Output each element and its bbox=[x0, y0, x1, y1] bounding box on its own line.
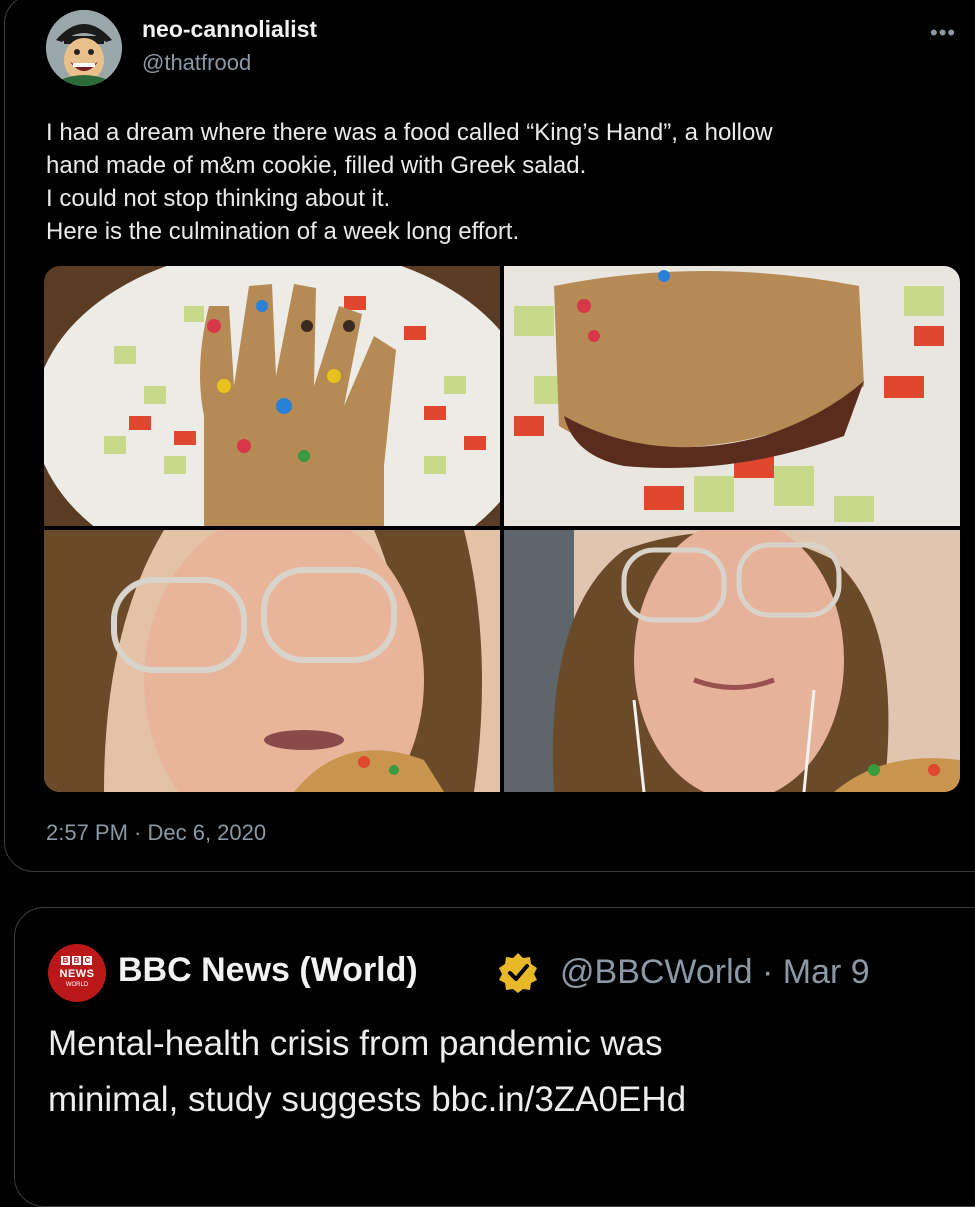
display-name[interactable]: neo-cannolialist bbox=[142, 16, 317, 43]
photo-cookie-hand-on-plate[interactable] bbox=[44, 266, 500, 526]
tweet-text-line: hand made of m&m cookie, filled with Gre… bbox=[46, 152, 587, 179]
quoted-text-line: minimal, study suggests bbc.in/3ZA0EHd bbox=[48, 1080, 687, 1119]
user-handle[interactable]: @thatfrood bbox=[142, 50, 251, 76]
media-grid bbox=[44, 266, 960, 792]
avatar-cartoon-image bbox=[46, 10, 122, 86]
bbc-logo-blocks: B B C bbox=[61, 956, 92, 965]
bbc-news-avatar[interactable]: B B C NEWS WORLD bbox=[48, 944, 106, 1002]
bbc-logo-letter: C bbox=[83, 956, 92, 965]
bbc-logo-world: WORLD bbox=[65, 982, 89, 988]
photo-cookie-hand-cut-open[interactable] bbox=[504, 266, 960, 526]
tweet-text-line: Here is the culmination of a week long e… bbox=[46, 218, 520, 245]
verified-badge-icon bbox=[499, 953, 537, 993]
avatar[interactable] bbox=[46, 10, 122, 86]
quoted-handle-date[interactable]: @BBCWorld · Mar 9 bbox=[560, 953, 870, 992]
bbc-logo-news: NEWS bbox=[59, 968, 95, 980]
tweet-text-line: I had a dream where there was a food cal… bbox=[46, 119, 773, 146]
quoted-text-line: Mental-health crisis from pandemic was bbox=[48, 1024, 663, 1063]
photo-person-eating-cookie[interactable] bbox=[44, 530, 500, 792]
bbc-logo-letter: B bbox=[72, 956, 81, 965]
bbc-logo-letter: B bbox=[61, 956, 70, 965]
tweet-text: I had a dream where there was a food cal… bbox=[46, 116, 946, 248]
quoted-tweet-text: Mental-health crisis from pandemic was m… bbox=[48, 1016, 948, 1128]
tweet-text-line: I could not stop thinking about it. bbox=[46, 185, 391, 212]
photo-person-smiling[interactable] bbox=[504, 530, 960, 792]
quoted-display-name[interactable]: BBC News (World) bbox=[118, 951, 418, 990]
more-horizontal-icon[interactable]: ••• bbox=[930, 20, 956, 46]
tweet-timestamp[interactable]: 2:57 PM · Dec 6, 2020 bbox=[46, 820, 266, 846]
